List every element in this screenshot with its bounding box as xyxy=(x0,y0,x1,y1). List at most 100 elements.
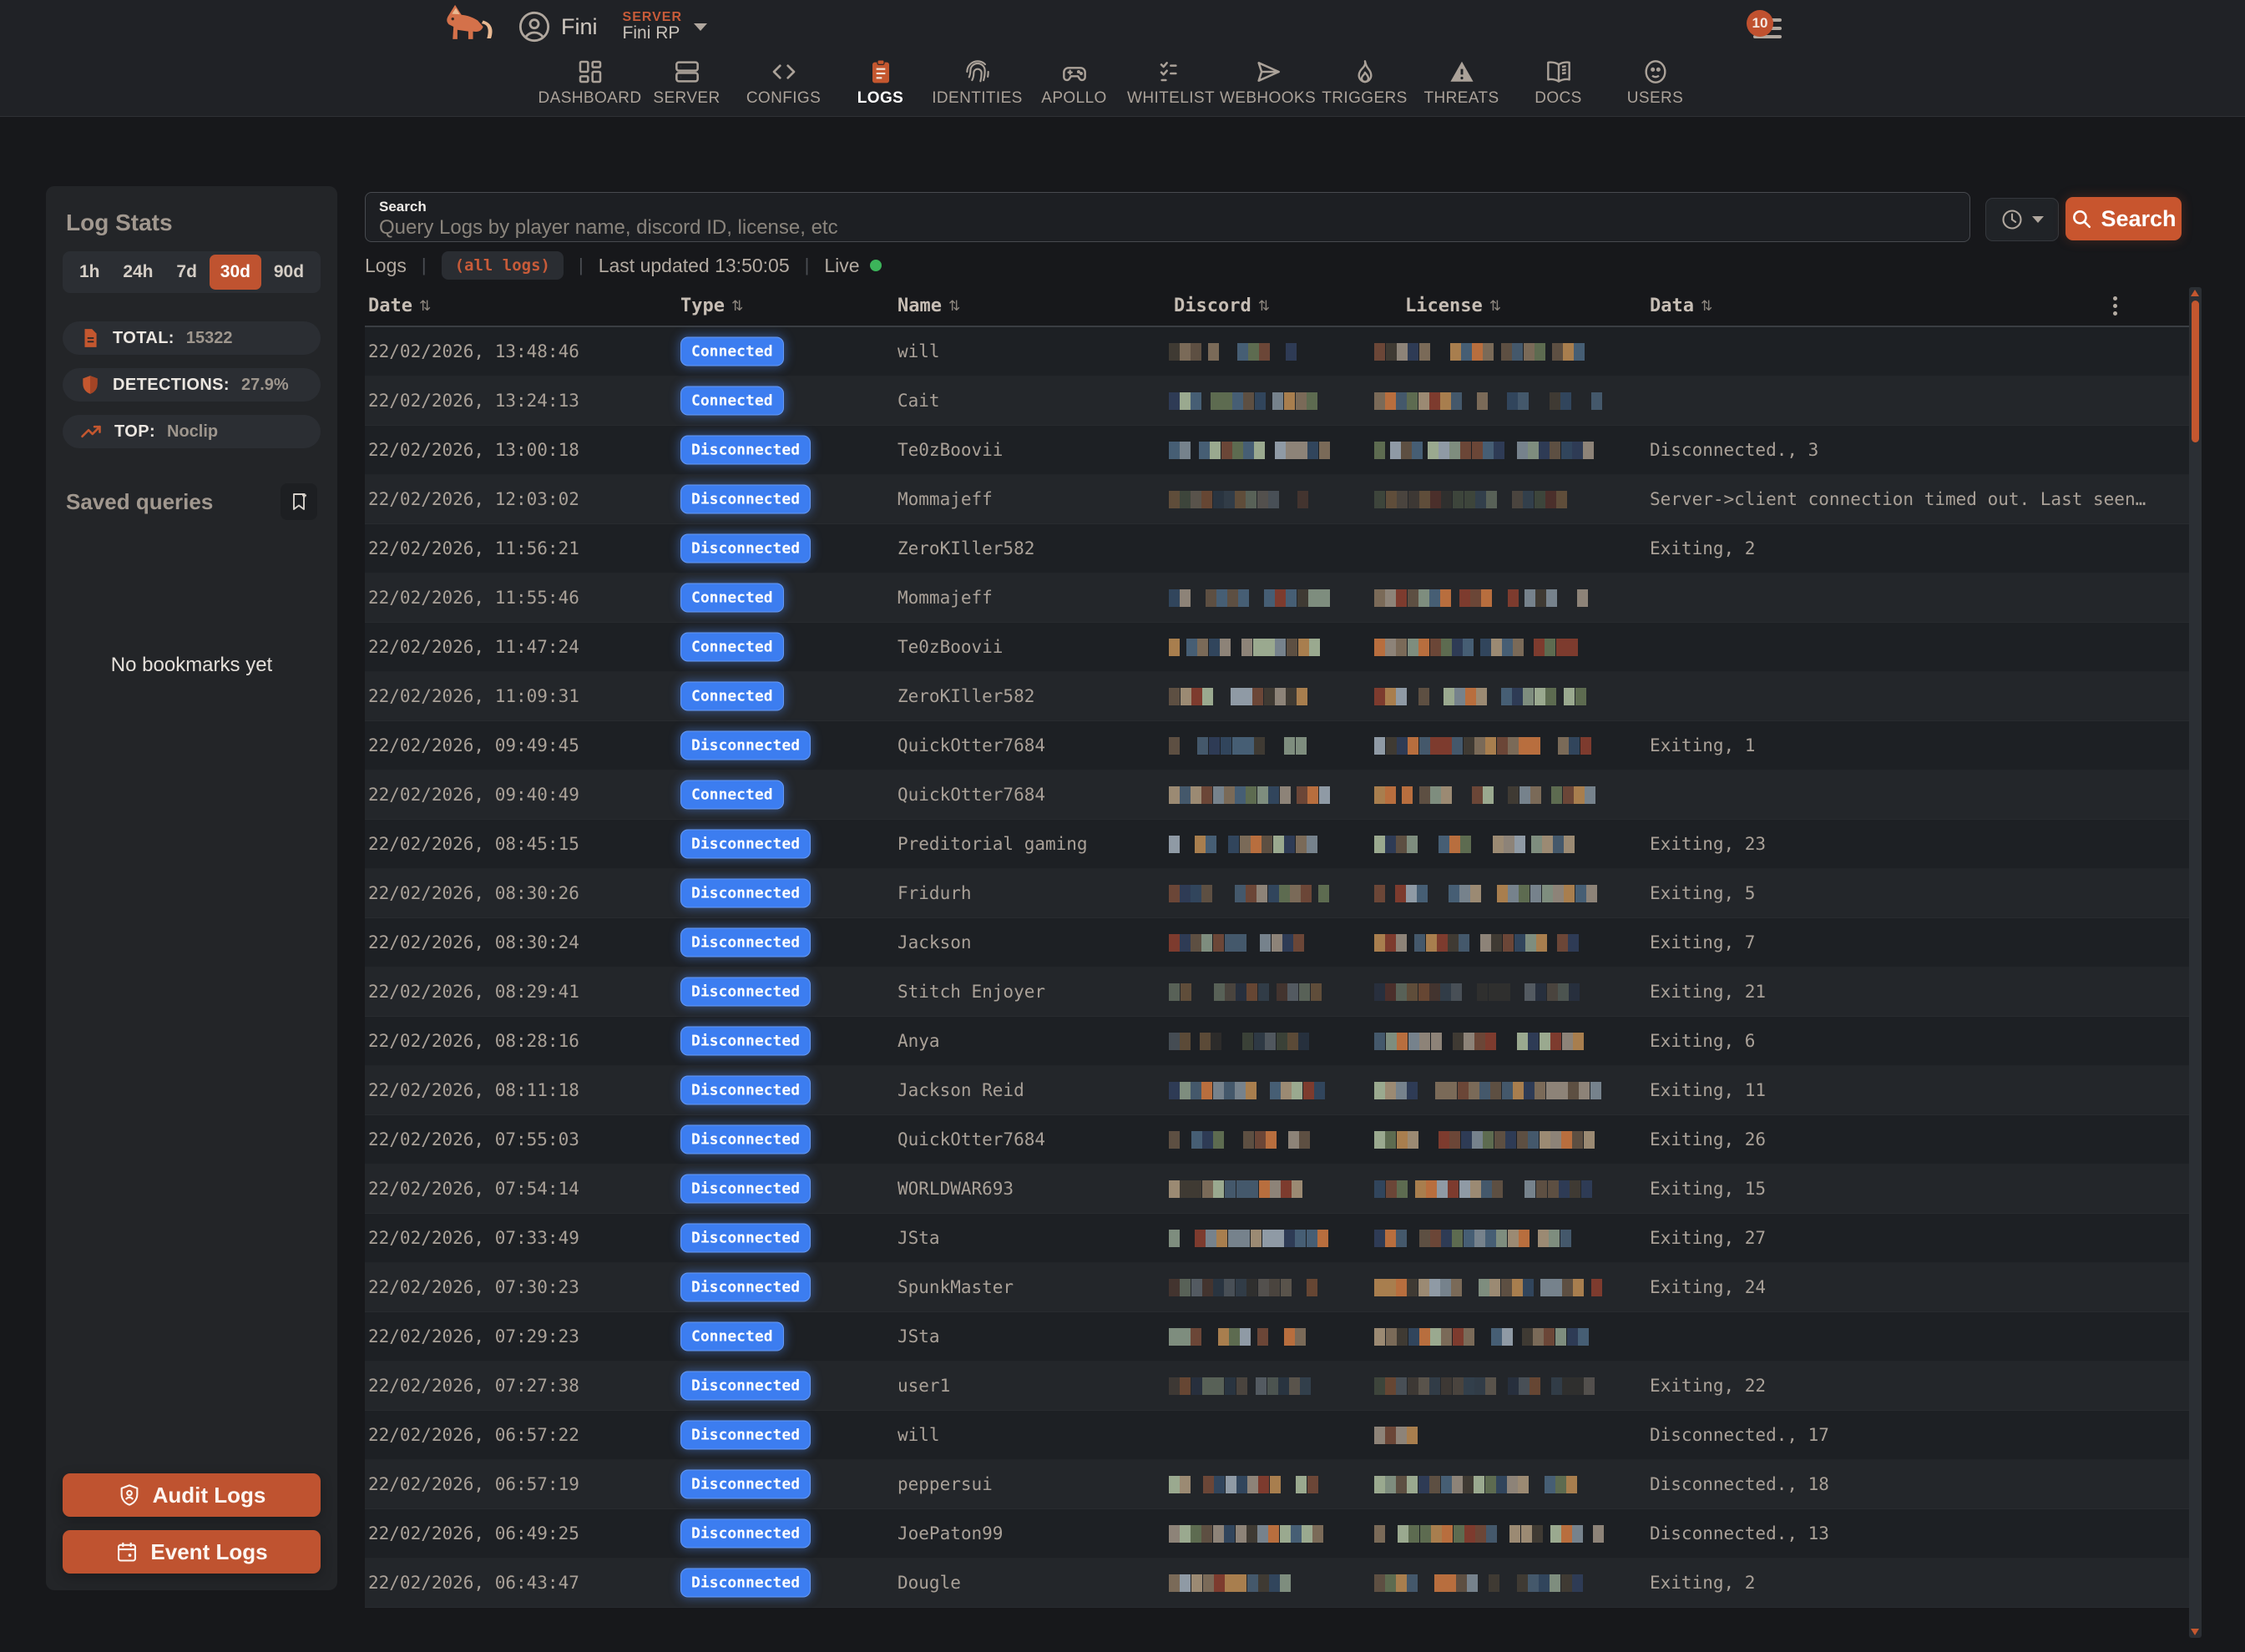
table-row[interactable]: 22/02/2026, 06:57:22DisconnectedwillDisc… xyxy=(365,1411,2189,1460)
search-button[interactable]: Search xyxy=(2066,197,2182,240)
nav-item-users[interactable]: USERS xyxy=(1607,58,1704,108)
table-row[interactable]: 22/02/2026, 09:40:49ConnectedQuickOtter7… xyxy=(365,770,2189,820)
stat-total: TOTAL: 15322 xyxy=(63,321,321,355)
table-row[interactable]: 22/02/2026, 07:54:14DisconnectedWORLDWAR… xyxy=(365,1164,2189,1214)
server-selector[interactable]: SERVER Fini RP xyxy=(623,11,708,43)
row-player-name: Te0zBoovii xyxy=(897,623,1165,671)
nav-item-apollo[interactable]: APOLLO xyxy=(1026,58,1123,108)
table-row[interactable]: 22/02/2026, 07:27:38Disconnecteduser1Exi… xyxy=(365,1362,2189,1411)
table-row[interactable]: 22/02/2026, 11:56:21DisconnectedZeroKIll… xyxy=(365,524,2189,573)
table-row[interactable]: 22/02/2026, 12:03:02DisconnectedMommajef… xyxy=(365,475,2189,524)
time-filter-button[interactable] xyxy=(1985,198,2059,241)
column-header-date[interactable]: Date⇅ xyxy=(368,296,431,316)
table-row[interactable]: 22/02/2026, 07:30:23DisconnectedSpunkMas… xyxy=(365,1263,2189,1312)
row-type-badge: Disconnected xyxy=(680,879,811,908)
filter-pill[interactable]: (all logs) xyxy=(442,251,564,280)
row-data-text xyxy=(1650,770,2151,819)
file-icon xyxy=(79,327,101,349)
nav-item-triggers[interactable]: TRIGGERS xyxy=(1317,58,1413,108)
table-row[interactable]: 22/02/2026, 09:49:45DisconnectedQuickOtt… xyxy=(365,721,2189,770)
event-logs-label: Event Logs xyxy=(150,1539,267,1565)
table-row[interactable]: 22/02/2026, 08:11:18DisconnectedJackson … xyxy=(365,1066,2189,1115)
nav-item-identities[interactable]: IDENTITIES xyxy=(929,58,1026,108)
redacted-value xyxy=(1169,1180,1313,1198)
nav-item-dashboard[interactable]: DASHBOARD xyxy=(542,58,639,108)
table-row[interactable]: 22/02/2026, 11:47:24ConnectedTe0zBoovii xyxy=(365,623,2189,672)
send-icon xyxy=(1255,58,1282,85)
table-row[interactable]: 22/02/2026, 08:30:24DisconnectedJacksonE… xyxy=(365,918,2189,967)
stat-value: 27.9% xyxy=(241,376,289,395)
user-chip[interactable]: Fini xyxy=(518,10,598,43)
row-data-text: Exiting, 5 xyxy=(1650,869,2151,917)
nav-item-threats[interactable]: THREATS xyxy=(1413,58,1510,108)
vertical-scrollbar[interactable] xyxy=(2189,287,2202,1638)
event-logs-button[interactable]: Event Logs xyxy=(63,1530,321,1574)
row-date: 22/02/2026, 08:11:18 xyxy=(368,1066,675,1114)
row-date: 22/02/2026, 06:57:19 xyxy=(368,1460,675,1508)
table-row[interactable]: 22/02/2026, 06:49:25DisconnectedJoePaton… xyxy=(365,1509,2189,1559)
column-header-discord[interactable]: Discord⇅ xyxy=(1174,296,1270,316)
column-header-data[interactable]: Data⇅ xyxy=(1650,296,1712,316)
range-30d[interactable]: 30d xyxy=(210,255,261,290)
user-icon xyxy=(1642,58,1669,85)
table-row[interactable]: 22/02/2026, 06:43:47DisconnectedDougleEx… xyxy=(365,1559,2189,1608)
table-row[interactable]: 22/02/2026, 13:00:18DisconnectedTe0zBoov… xyxy=(365,426,2189,475)
table-row[interactable]: 22/02/2026, 11:09:31ConnectedZeroKIller5… xyxy=(365,672,2189,721)
column-header-type[interactable]: Type⇅ xyxy=(680,296,743,316)
range-7d[interactable]: 7d xyxy=(165,255,208,290)
table-row[interactable]: 22/02/2026, 07:55:03DisconnectedQuickOtt… xyxy=(365,1115,2189,1164)
nav-item-docs[interactable]: DOCS xyxy=(1510,58,1607,108)
notifications-menu-button[interactable]: 10 xyxy=(1745,5,1788,48)
row-type-badge: Connected xyxy=(680,386,784,416)
nav-item-whitelist[interactable]: WHITELIST xyxy=(1123,58,1220,108)
search-input[interactable] xyxy=(379,215,1956,240)
table-row[interactable]: 22/02/2026, 11:55:46ConnectedMommajeff xyxy=(365,573,2189,623)
row-type-badge: Connected xyxy=(680,682,784,711)
table-row[interactable]: 22/02/2026, 07:33:49DisconnectedJStaExit… xyxy=(365,1214,2189,1263)
row-type-badge: Disconnected xyxy=(680,830,811,859)
divider: | xyxy=(805,255,810,276)
nav-item-webhooks[interactable]: WEBHOOKS xyxy=(1220,58,1317,108)
row-player-name: Stitch Enjoyer xyxy=(897,967,1165,1016)
warning-icon xyxy=(1449,58,1475,85)
table-row[interactable]: 22/02/2026, 13:24:13ConnectedCait xyxy=(365,376,2189,426)
nav-item-configs[interactable]: CONFIGS xyxy=(736,58,832,108)
range-1h[interactable]: 1h xyxy=(68,255,111,290)
search-field[interactable]: Search xyxy=(365,192,1970,242)
audit-logs-button[interactable]: Audit Logs xyxy=(63,1473,321,1517)
table-options-button[interactable] xyxy=(2104,294,2126,321)
redacted-value xyxy=(1374,342,1606,361)
time-range-selector: 1h 24h 7d 30d 90d xyxy=(63,251,321,293)
search-field-label: Search xyxy=(379,199,1956,215)
calendar-icon xyxy=(115,1540,139,1564)
row-player-name: Mommajeff xyxy=(897,573,1165,622)
row-type-badge: Connected xyxy=(680,633,784,662)
redacted-value xyxy=(1374,1278,1603,1296)
row-data-text xyxy=(1650,573,2151,622)
clock-icon xyxy=(2000,208,2024,231)
table-row[interactable]: 22/02/2026, 13:48:46Connectedwill xyxy=(365,327,2189,376)
table-row[interactable]: 22/02/2026, 08:28:16DisconnectedAnyaExit… xyxy=(365,1017,2189,1066)
stat-label: TOTAL: xyxy=(113,329,174,348)
column-header-name[interactable]: Name⇅ xyxy=(897,296,960,316)
column-header-license[interactable]: License⇅ xyxy=(1405,296,1501,316)
nav-item-server[interactable]: SERVER xyxy=(639,58,736,108)
range-24h[interactable]: 24h xyxy=(112,255,164,290)
row-data-text: Server->client connection timed out. Las… xyxy=(1650,475,2151,523)
scrollbar-thumb[interactable] xyxy=(2192,301,2199,442)
table-row[interactable]: 22/02/2026, 08:30:26DisconnectedFridurhE… xyxy=(365,869,2189,918)
live-indicator-dot xyxy=(870,260,882,271)
table-row[interactable]: 22/02/2026, 08:45:15DisconnectedPreditor… xyxy=(365,820,2189,869)
table-row[interactable]: 22/02/2026, 08:29:41DisconnectedStitch E… xyxy=(365,967,2189,1017)
row-date: 22/02/2026, 07:54:14 xyxy=(368,1164,675,1213)
range-90d[interactable]: 90d xyxy=(263,255,315,290)
table-row[interactable]: 22/02/2026, 06:57:19Disconnectedpeppersu… xyxy=(365,1460,2189,1509)
redacted-value xyxy=(1374,1229,1572,1247)
scroll-up-arrow-icon[interactable] xyxy=(2191,290,2199,296)
stat-value: Noclip xyxy=(167,422,218,442)
table-row[interactable]: 22/02/2026, 07:29:23ConnectedJSta xyxy=(365,1312,2189,1362)
scroll-down-arrow-icon[interactable] xyxy=(2191,1629,2199,1635)
nav-item-logs[interactable]: LOGS xyxy=(832,58,929,108)
add-bookmark-button[interactable] xyxy=(281,483,317,520)
redacted-value xyxy=(1169,884,1351,902)
